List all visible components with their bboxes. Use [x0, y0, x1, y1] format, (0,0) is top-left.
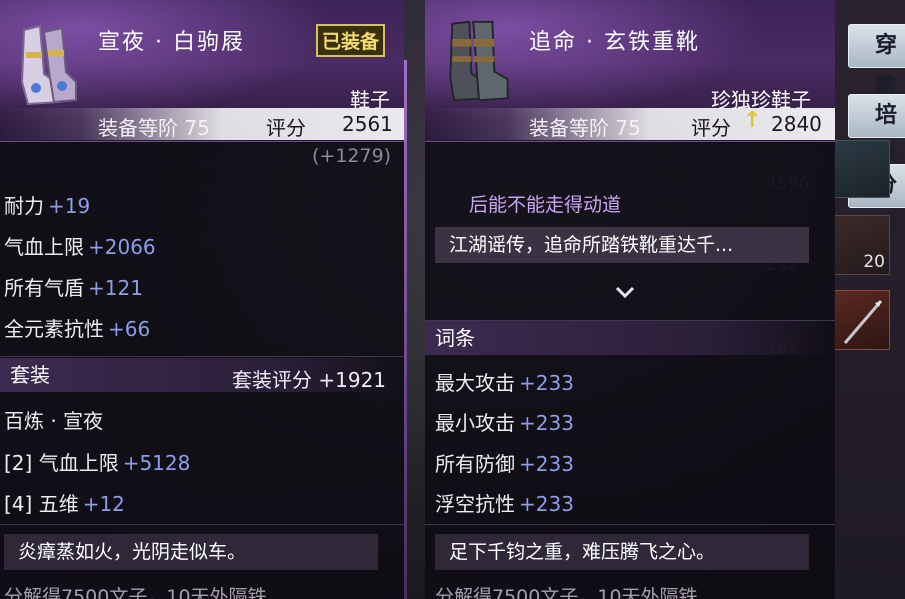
set-bonus-tier: [4]	[4, 492, 33, 516]
stat-line: 所有防御 +233	[435, 448, 574, 477]
stat-name: 气血上限	[4, 235, 84, 259]
set-bonus-value: +12	[82, 492, 125, 516]
set-score: 套装评分 +1921	[232, 364, 386, 393]
stat-name: 最小攻击	[435, 411, 515, 435]
equipped-badge: 已装备	[316, 24, 386, 57]
set-bonus-value: +5128	[122, 451, 191, 475]
equip-button[interactable]: 穿戴	[848, 24, 905, 100]
stat-line: 耐力 +19	[4, 190, 90, 219]
set-bonus-name: 气血上限	[38, 451, 119, 475]
item-name: 宣夜 · 白驹屐	[98, 30, 245, 55]
divider	[425, 524, 835, 525]
chevron-down-icon[interactable]	[614, 284, 636, 300]
divider	[0, 524, 404, 525]
equipment-tier: 装备等阶 75	[98, 116, 210, 140]
stat-line: 最小攻击 +233	[435, 407, 574, 436]
score-label: 评分	[691, 116, 731, 140]
set-bonus-tier: [2]	[4, 451, 33, 475]
stat-line: 气血上限 +2066	[4, 231, 156, 260]
stat-value: +2066	[88, 235, 156, 259]
upgrade-button[interactable]: 培养	[848, 94, 905, 170]
flavor-text: 炎瘴蒸如火，光阴走似车。	[4, 534, 378, 570]
stat-value: +233	[519, 371, 574, 395]
boots-icon	[20, 24, 77, 106]
flavor-text: 足下千钧之重，难压腾飞之心。	[435, 534, 809, 570]
score-difference: (+1279)	[312, 145, 392, 167]
stat-name: 耐力	[4, 194, 44, 218]
stat-line: 全元素抗性 +66	[4, 313, 150, 342]
stat-name: 所有气盾	[4, 276, 84, 300]
effect-description: 后能不能走得动道	[469, 194, 622, 216]
panel-divider	[404, 60, 407, 599]
stat-value: +233	[519, 492, 574, 516]
slot-type: 鞋子	[350, 88, 390, 112]
set-bonus-line: [4] 五维 +12	[4, 488, 125, 517]
set-bonus-name: 五维	[38, 492, 79, 516]
stat-name: 所有防御	[435, 452, 515, 476]
set-name: 百炼 · 宣夜	[4, 409, 104, 433]
lore-text[interactable]: 江湖谣传，追命所踏铁靴重达千...	[435, 227, 809, 263]
equipment-tier: 装备等阶 75	[529, 116, 641, 140]
stat-name: 最大攻击	[435, 371, 515, 395]
equipped-item-tooltip: 宣夜 · 白驹屐 已装备 鞋子 装备等阶 75 评分 2561 (+1279) …	[0, 0, 404, 599]
inventory-slot[interactable]: 20	[834, 215, 890, 275]
item-count: 20	[863, 252, 885, 272]
stat-value: +121	[88, 276, 143, 300]
stat-line: 最大攻击 +233	[435, 367, 574, 396]
stat-name: 全元素抗性	[4, 317, 104, 341]
compared-item-tooltip: 追命 · 玄铁重靴 珍独珍鞋子 装备等阶 75 评分 ↑ 2840 后能不能走得…	[425, 0, 835, 599]
inventory-slot[interactable]	[834, 140, 890, 198]
stat-value: +66	[108, 317, 151, 341]
score-label: 评分	[266, 116, 306, 140]
set-score-label: 套装评分	[232, 368, 312, 392]
inventory-slot[interactable]	[834, 290, 890, 350]
divider	[0, 356, 404, 357]
stat-value: +233	[519, 411, 574, 435]
stat-line: 所有气盾 +121	[4, 272, 143, 301]
stat-name: 浮空抗性	[435, 492, 515, 516]
set-bonus-line: [2] 气血上限 +5128	[4, 447, 190, 476]
score-value: 2561	[342, 112, 393, 136]
set-score-value: +1921	[318, 368, 387, 392]
stat-value: +233	[519, 452, 574, 476]
iron-boots-icon	[449, 20, 509, 102]
score-value: 2840	[771, 112, 822, 136]
score-up-arrow-icon: ↑	[743, 108, 762, 133]
spear-icon	[843, 300, 883, 344]
stat-line: 浮空抗性 +233	[435, 488, 574, 517]
dismantle-info: 分解得7500文子，10天外隔铁	[435, 586, 698, 599]
affix-section-header: 词条	[425, 321, 835, 355]
dismantle-info: 分解得7500文子，10天外隔铁	[4, 586, 267, 599]
item-name: 追命 · 玄铁重靴	[529, 30, 700, 55]
set-header-label: 套装	[10, 363, 50, 387]
stat-value: +19	[48, 194, 91, 218]
